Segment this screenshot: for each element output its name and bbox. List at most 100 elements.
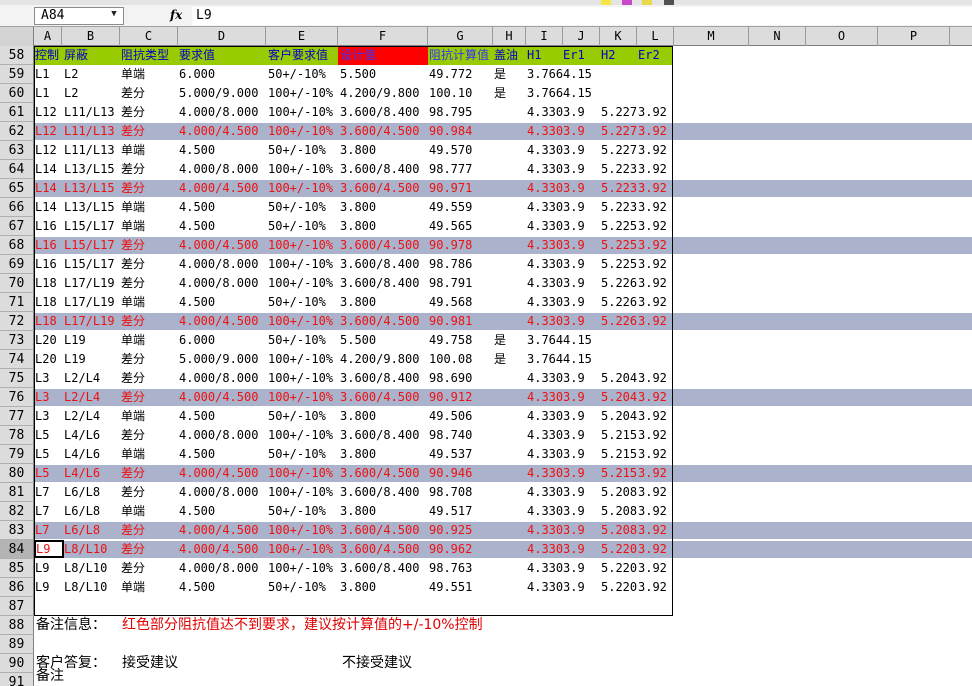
cell[interactable]: 4.330 [527, 236, 563, 255]
cell[interactable]: L19 [64, 331, 86, 350]
row-header[interactable]: 69 [0, 255, 34, 274]
row-header[interactable]: 82 [0, 502, 34, 521]
cell[interactable]: 差分 [121, 122, 145, 141]
cell[interactable]: 90.981 [429, 312, 472, 331]
cell[interactable]: 3.9 [563, 141, 585, 160]
cell[interactable]: 差分 [121, 103, 145, 122]
cell[interactable]: 3.800 [340, 407, 376, 426]
cell[interactable]: 100.10 [429, 84, 472, 103]
cell[interactable]: 4.000/8.000 [179, 426, 258, 445]
cell[interactable]: 4.330 [527, 141, 563, 160]
cell[interactable]: 5.220 [601, 559, 637, 578]
cell[interactable]: 差分 [121, 464, 145, 483]
cell[interactable]: L16 [35, 217, 57, 236]
cell[interactable]: L5 [35, 426, 49, 445]
cell[interactable]: 3.92 [638, 559, 667, 578]
cell[interactable]: 单端 [121, 331, 145, 350]
cell[interactable]: 3.9 [563, 160, 585, 179]
cell[interactable]: 5.223 [601, 160, 637, 179]
cell[interactable]: 4.330 [527, 312, 563, 331]
cell[interactable]: 100.08 [429, 350, 472, 369]
cell[interactable]: 差分 [121, 236, 145, 255]
cell[interactable]: 是 [494, 331, 506, 350]
row-header[interactable]: 83 [0, 521, 34, 540]
cell[interactable]: 单端 [121, 198, 145, 217]
cell[interactable]: 3.9 [563, 103, 585, 122]
cell[interactable]: 4.000/4.500 [179, 312, 258, 331]
column-header-c[interactable]: C [120, 27, 178, 46]
cell[interactable]: 差分 [121, 426, 145, 445]
cell[interactable]: L18 [35, 293, 57, 312]
cell[interactable]: 49.551 [429, 578, 472, 597]
cell[interactable]: 3.92 [638, 293, 667, 312]
cell[interactable]: 100+/-10% [268, 179, 333, 198]
cell[interactable]: 是 [494, 350, 506, 369]
cell[interactable]: 3.92 [638, 198, 667, 217]
cell[interactable]: 50+/-10% [268, 198, 326, 217]
cell[interactable]: L15/L17 [64, 255, 115, 274]
cell[interactable]: Er1 [563, 46, 585, 65]
cell[interactable]: H1 [527, 46, 541, 65]
cell[interactable]: 3.800 [340, 141, 376, 160]
cell[interactable]: 5.225 [601, 255, 637, 274]
cell[interactable]: 4.330 [527, 540, 563, 559]
row-header[interactable]: 65 [0, 179, 34, 198]
cell[interactable]: 3.9 [563, 122, 585, 141]
cell[interactable]: 4.330 [527, 103, 563, 122]
cell[interactable]: 3.600/4.500 [340, 464, 419, 483]
cell[interactable]: 3.9 [563, 179, 585, 198]
cell[interactable]: 90.978 [429, 236, 472, 255]
cell[interactable]: L12 [35, 122, 57, 141]
cell[interactable]: 49.506 [429, 407, 472, 426]
cell[interactable]: 单端 [121, 502, 145, 521]
cell[interactable]: 3.92 [638, 502, 667, 521]
cell[interactable]: L6/L8 [64, 502, 100, 521]
cell[interactable]: 50+/-10% [268, 217, 326, 236]
cell[interactable]: 4.500 [179, 198, 215, 217]
cell[interactable]: 3.92 [638, 445, 667, 464]
cell[interactable]: 5.227 [601, 103, 637, 122]
cell[interactable]: 5.227 [601, 122, 637, 141]
cell[interactable]: L3 [35, 407, 49, 426]
cell[interactable]: 4.500 [179, 578, 215, 597]
cell[interactable]: 4.330 [527, 274, 563, 293]
cell[interactable]: 差分 [121, 388, 145, 407]
cell[interactable]: 3.9 [563, 559, 585, 578]
cell[interactable]: 5.215 [601, 464, 637, 483]
cell[interactable]: 4.330 [527, 426, 563, 445]
cell[interactable]: 100+/-10% [268, 521, 333, 540]
cell[interactable]: 3.9 [563, 540, 585, 559]
cell[interactable]: 差分 [121, 179, 145, 198]
cell[interactable]: 3.92 [638, 312, 667, 331]
cell[interactable]: 3.92 [638, 464, 667, 483]
cell[interactable]: 50+/-10% [268, 578, 326, 597]
cell[interactable]: L13/L15 [64, 160, 115, 179]
row-header[interactable]: 61 [0, 103, 34, 122]
cell[interactable]: 5.215 [601, 445, 637, 464]
cell[interactable]: 3.92 [638, 274, 667, 293]
cell[interactable]: 3.9 [563, 198, 585, 217]
cell[interactable]: L15/L17 [64, 236, 115, 255]
cell[interactable]: L11/L13 [64, 103, 115, 122]
cell[interactable]: 5.500 [340, 331, 376, 350]
cell[interactable]: 3.9 [563, 521, 585, 540]
cell[interactable]: 单端 [121, 217, 145, 236]
cell[interactable]: 5.204 [601, 388, 637, 407]
cell[interactable]: 100+/-10% [268, 255, 333, 274]
cell[interactable]: 3.600/8.400 [340, 483, 419, 502]
cell[interactable]: 3.92 [638, 369, 667, 388]
cell[interactable]: L4/L6 [64, 445, 100, 464]
cell[interactable]: 4.000/8.000 [179, 559, 258, 578]
cell[interactable]: 5.204 [601, 369, 637, 388]
cell[interactable]: 98.786 [429, 255, 472, 274]
cell[interactable]: 要求值 [179, 46, 215, 65]
row-header[interactable]: 86 [0, 578, 34, 597]
cell[interactable]: 4.330 [527, 483, 563, 502]
cell[interactable]: L19 [64, 350, 86, 369]
cell[interactable]: 5.225 [601, 217, 637, 236]
remark-text[interactable]: 备注 [36, 667, 64, 686]
cell[interactable]: L14 [35, 160, 57, 179]
cell[interactable]: 差分 [121, 483, 145, 502]
cell[interactable]: L8/L10 [64, 540, 107, 559]
cell[interactable]: 3.800 [340, 578, 376, 597]
